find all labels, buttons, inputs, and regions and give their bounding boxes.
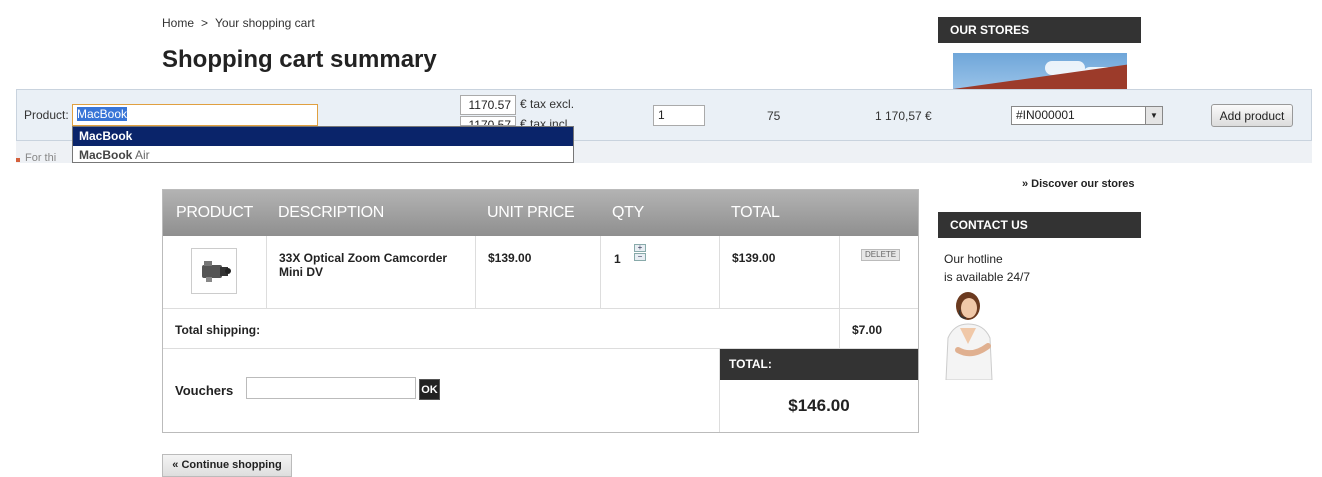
header-unit-price: UNIT PRICE <box>487 204 575 221</box>
breadcrumb-home-link[interactable]: Home <box>162 16 194 30</box>
total-shipping-value: $7.00 <box>852 323 883 337</box>
item-total: $139.00 <box>732 251 776 265</box>
table-row: 33X Optical Zoom Camcorder Mini DV $139.… <box>163 236 918 309</box>
hotline-line-2: is available 24/7 <box>944 270 1031 284</box>
delete-item-button[interactable]: DELETE <box>861 249 901 261</box>
header-product: PRODUCT <box>176 204 254 221</box>
product-thumbnail[interactable] <box>191 248 237 294</box>
voucher-ok-button[interactable]: OK <box>419 379 440 400</box>
quantity-input[interactable]: 1 <box>653 105 705 126</box>
total-value: $146.00 <box>788 396 850 415</box>
item-unit-price: $139.00 <box>488 251 532 265</box>
cart-summary-table: PRODUCT DESCRIPTION UNIT PRICE QTY TOTAL… <box>162 189 919 433</box>
qty-stepper[interactable]: + − <box>634 244 646 262</box>
plus-icon[interactable]: + <box>634 244 646 252</box>
hotline-text: Our hotline is available 24/7 <box>944 250 1030 286</box>
minus-icon[interactable]: − <box>634 253 646 261</box>
product-search-input[interactable]: MacBook <box>72 104 318 126</box>
reference-value: #IN000001 <box>1016 108 1075 122</box>
our-stores-header: OUR STORES <box>938 17 1141 43</box>
vouchers-label: Vouchers <box>175 383 234 398</box>
item-description[interactable]: 33X Optical Zoom Camcorder Mini DV <box>279 251 459 279</box>
breadcrumb-separator: > <box>201 16 209 30</box>
item-qty: 1 <box>614 252 621 266</box>
camcorder-icon <box>202 261 231 282</box>
product-autocomplete-list: MacBook MacBook Air <box>72 126 574 163</box>
support-agent-image <box>945 292 993 380</box>
tax-incl-label: € tax incl. <box>520 117 571 126</box>
breadcrumb: Home > Your shopping cart <box>162 16 315 30</box>
total-shipping-row: Total shipping: $7.00 <box>163 309 918 349</box>
contact-us-header: CONTACT US <box>938 212 1141 238</box>
vouchers-total-row: Vouchers OK TOTAL: $146.00 <box>163 349 918 432</box>
product-label: Product: <box>24 108 69 122</box>
strip-text: For thi <box>25 152 57 163</box>
page-title: Shopping cart summary <box>162 46 437 73</box>
product-search-value: MacBook <box>77 107 128 121</box>
price-tax-excl-input[interactable]: 1170.57 <box>460 95 516 115</box>
header-description: DESCRIPTION <box>278 204 385 221</box>
continue-shopping-button[interactable]: « Continue shopping <box>162 454 292 477</box>
cart-table-header: PRODUCT DESCRIPTION UNIT PRICE QTY TOTAL <box>163 190 918 236</box>
breadcrumb-current: Your shopping cart <box>215 16 315 30</box>
price-display: 1 170,57 € <box>875 109 932 123</box>
tax-excl-label: € tax excl. <box>520 97 575 111</box>
header-qty: QTY <box>612 204 644 221</box>
autocomplete-item[interactable]: MacBook <box>73 127 573 146</box>
autocomplete-item[interactable]: MacBook Air <box>73 146 573 162</box>
reference-select[interactable]: #IN000001 ▼ <box>1011 106 1163 125</box>
header-total: TOTAL <box>731 204 780 221</box>
strip-bullet <box>16 158 20 162</box>
hotline-line-1: Our hotline <box>944 252 1003 266</box>
stock-value: 75 <box>767 109 781 123</box>
add-product-button[interactable]: Add product <box>1211 104 1293 127</box>
discover-stores-link[interactable]: » Discover our stores <box>1022 178 1135 190</box>
total-shipping-label: Total shipping: <box>175 323 261 337</box>
chevron-down-icon[interactable]: ▼ <box>1145 107 1162 124</box>
price-tax-incl-input[interactable]: 1170.57 <box>460 116 516 126</box>
voucher-code-input[interactable] <box>246 377 416 399</box>
total-label: TOTAL: <box>720 349 918 380</box>
cart-total-box: TOTAL: $146.00 <box>719 349 918 432</box>
